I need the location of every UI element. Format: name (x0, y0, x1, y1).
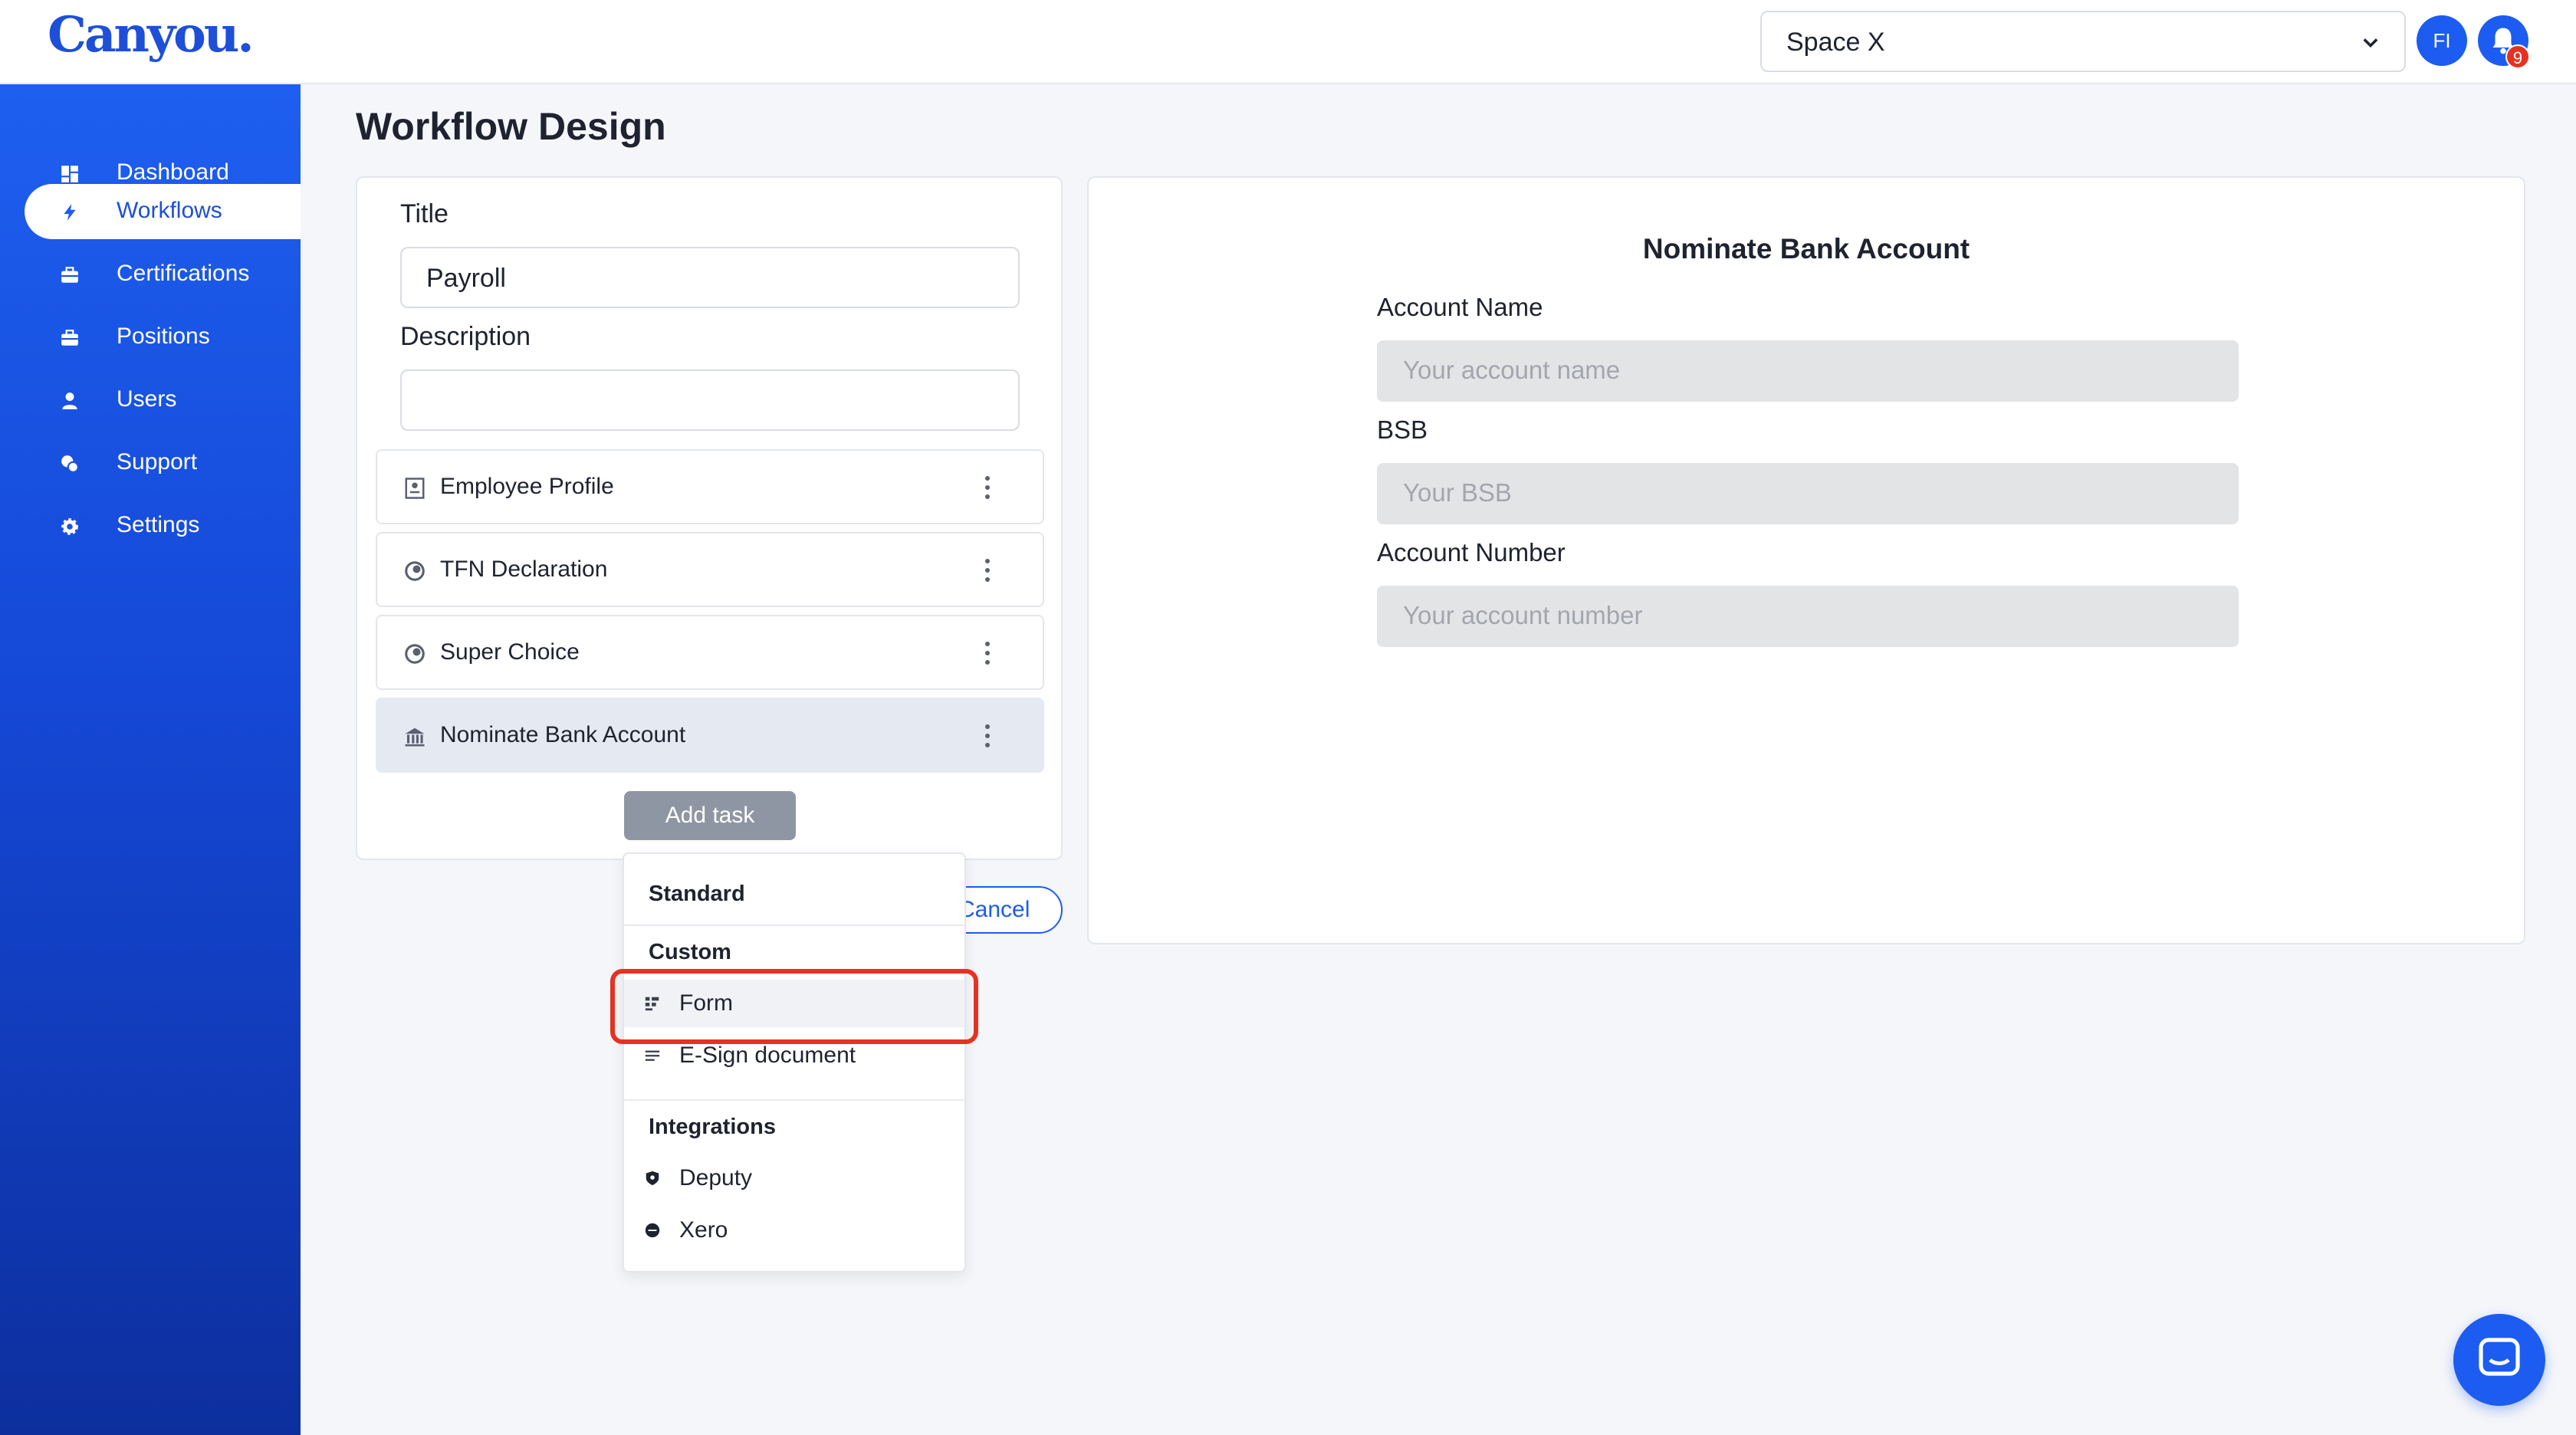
more-vertical-icon[interactable] (983, 722, 992, 750)
bsb-placeholder: Your BSB (1403, 478, 1512, 507)
task-label: Nominate Bank Account (440, 722, 686, 747)
more-vertical-icon[interactable] (983, 557, 992, 584)
sidebar-item-support[interactable]: Support (25, 435, 301, 491)
bsb-label: BSB (1377, 415, 1428, 444)
sidebar-item-users[interactable]: Users (25, 373, 301, 428)
menu-item-deputy[interactable]: Deputy (624, 1154, 964, 1202)
account-name-label: Account Name (1377, 293, 1543, 321)
description-input[interactable] (400, 369, 1020, 431)
account-name-input[interactable]: Your account name (1377, 340, 2239, 402)
page-title: Workflow Design (356, 105, 666, 148)
briefcase-icon (61, 267, 78, 283)
sidebar-item-label: Settings (117, 512, 200, 537)
sidebar-item-workflows[interactable]: Workflows (25, 184, 301, 239)
task-row-nominate-bank-account[interactable]: Nominate Bank Account (376, 698, 1044, 773)
bank-icon (405, 727, 425, 747)
sidebar-item-label: Certifications (117, 261, 250, 286)
menu-item-xero[interactable]: Xero (624, 1207, 964, 1254)
task-row-super-choice[interactable]: Super Choice (376, 615, 1044, 690)
sidebar: Dashboard Workflows Certifications Posit… (0, 84, 301, 1435)
workflow-editor-card: Title Payroll Description Employee Profi… (356, 176, 1063, 860)
deputy-icon (646, 1171, 659, 1186)
sidebar-item-label: Positions (117, 323, 210, 349)
menu-item-label: Xero (679, 1217, 728, 1243)
menu-divider (624, 924, 964, 926)
title-input-value: Payroll (426, 264, 506, 293)
menu-heading-standard[interactable]: Standard (649, 882, 745, 907)
menu-heading-integrations: Integrations (649, 1115, 776, 1139)
document-icon (645, 1050, 660, 1061)
preview-title: Nominate Bank Account (1642, 233, 1970, 264)
chat-icon (2479, 1338, 2520, 1376)
sidebar-item-certifications[interactable]: Certifications (25, 247, 301, 302)
xero-icon (645, 1223, 660, 1238)
task-row-employee-profile[interactable]: Employee Profile (376, 449, 1044, 524)
task-preview-card: Nominate Bank Account Account Name Your … (1087, 176, 2525, 944)
more-vertical-icon[interactable] (983, 639, 992, 667)
sidebar-item-positions[interactable]: Positions (25, 310, 301, 365)
lightning-icon (64, 204, 76, 221)
sidebar-item-settings[interactable]: Settings (25, 498, 301, 553)
menu-divider (624, 1099, 964, 1101)
ato-icon (405, 561, 425, 581)
gear-icon (61, 518, 78, 535)
sidebar-item-label: Support (117, 449, 198, 475)
notification-count-badge: 9 (2505, 44, 2530, 69)
account-number-label: Account Number (1377, 538, 1566, 566)
support-icon (61, 455, 79, 473)
description-label: Description (400, 322, 531, 351)
dashboard-icon (61, 166, 78, 182)
title-input[interactable]: Payroll (400, 247, 1020, 308)
title-label: Title (400, 199, 449, 228)
top-bar: Canyou. Space X FI 9 (0, 0, 2576, 84)
account-number-placeholder: Your account number (1403, 601, 1643, 629)
canyou-logo[interactable]: Canyou. (48, 6, 255, 64)
user-avatar[interactable]: FI (2417, 15, 2467, 66)
chevron-down-icon (2363, 38, 2378, 48)
briefcase-icon (61, 330, 78, 346)
form-item-highlight (610, 969, 978, 1044)
space-select-value: Space X (1786, 28, 1885, 57)
menu-item-label: Deputy (679, 1165, 753, 1190)
space-select[interactable]: Space X (1760, 11, 2406, 72)
account-number-input[interactable]: Your account number (1377, 586, 2239, 647)
add-task-button[interactable]: Add task (624, 791, 796, 840)
menu-heading-custom: Custom (649, 940, 731, 964)
task-label: TFN Declaration (440, 557, 608, 582)
account-name-placeholder: Your account name (1403, 356, 1621, 384)
task-row-tfn-declaration[interactable]: TFN Declaration (376, 532, 1044, 607)
user-icon (62, 392, 77, 409)
sidebar-item-label: Workflows (117, 198, 222, 223)
sidebar-item-label: Users (117, 386, 177, 412)
add-task-menu: Standard Custom Form E-Sign document Int… (623, 852, 966, 1272)
ato-icon (405, 644, 425, 664)
bsb-input[interactable]: Your BSB (1377, 463, 2239, 524)
chat-widget-button[interactable] (2453, 1314, 2545, 1406)
profile-doc-icon (405, 478, 425, 499)
task-label: Super Choice (440, 639, 580, 665)
task-label: Employee Profile (440, 474, 614, 499)
more-vertical-icon[interactable] (983, 474, 992, 501)
menu-item-label: E-Sign document (679, 1043, 856, 1068)
sidebar-item-label: Dashboard (117, 159, 229, 185)
cancel-button-label: Cancel (958, 897, 1030, 922)
